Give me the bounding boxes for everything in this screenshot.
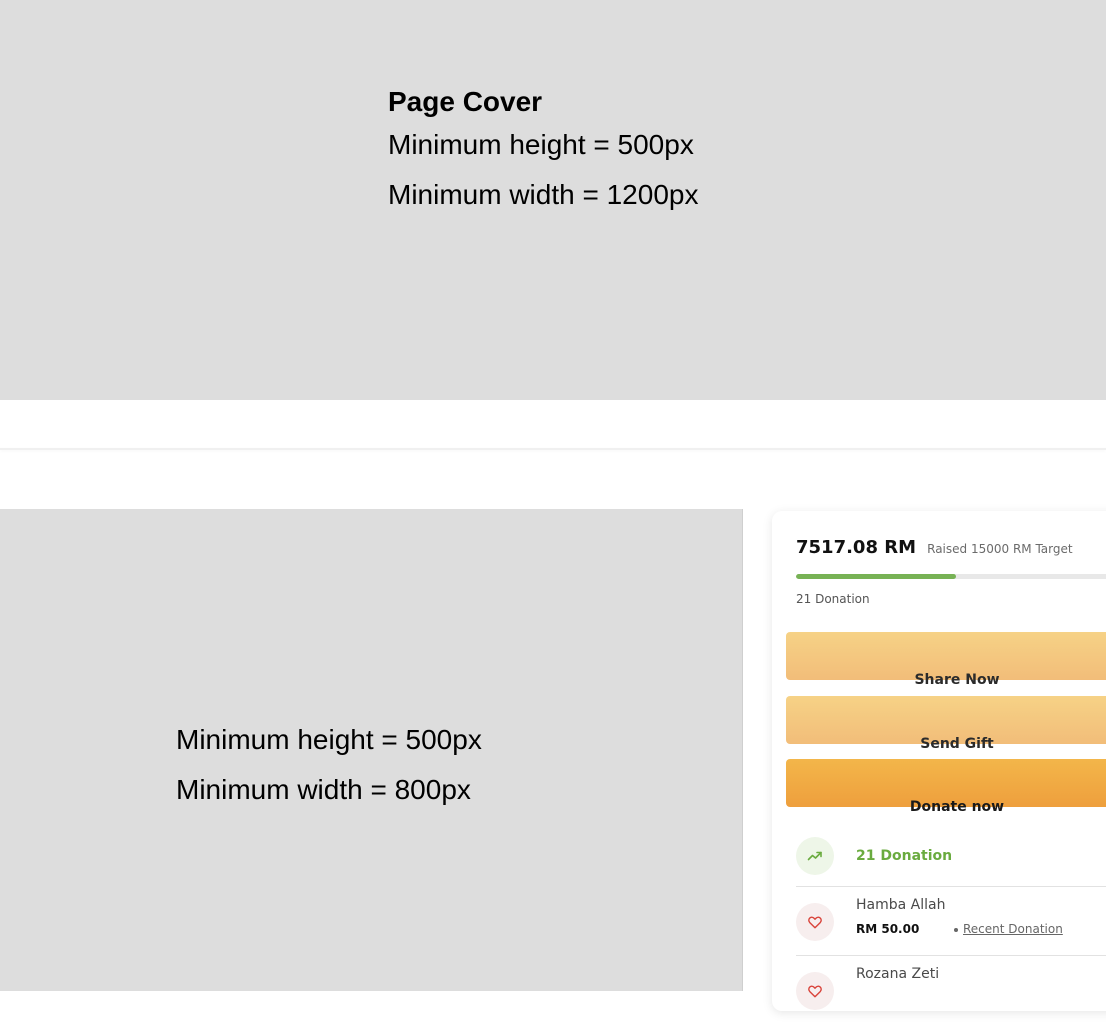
bullet-dot xyxy=(954,927,958,932)
donate-now-button[interactable]: Donate now xyxy=(786,759,1106,815)
donor-tag: Recent Donation xyxy=(954,922,1063,936)
send-gift-button[interactable]: Send Gift xyxy=(786,696,1106,752)
cover-title: Page Cover xyxy=(388,86,543,117)
media-min-width: Minimum width = 800px xyxy=(176,774,471,805)
donate-now-label: Donate now xyxy=(909,799,1005,815)
cover-text: Page Cover Minimum height = 500px Minimu… xyxy=(388,84,698,220)
donor-name: Rozana Zeti xyxy=(856,966,940,982)
media-min-height: Minimum height = 500px xyxy=(176,724,482,755)
page-cover: Page Cover Minimum height = 500px Minimu… xyxy=(0,0,1106,400)
list-divider xyxy=(796,955,1106,956)
donation-summary-label: 21 Donation xyxy=(856,848,953,864)
donor-amount: RM 50.00 xyxy=(856,922,920,936)
cover-min-height: Minimum height = 500px xyxy=(388,129,694,160)
raised-target: Raised 15000 RM Target xyxy=(927,542,1073,556)
donation-card: 7517.08 RM Raised 15000 RM Target 21 Don… xyxy=(772,511,1106,1011)
recent-donation-link[interactable]: Recent Donation xyxy=(963,922,1063,936)
heart-icon xyxy=(796,903,834,941)
section-divider xyxy=(0,448,1106,450)
donor-item: Rozana Zeti xyxy=(796,964,1106,1024)
progress-fill xyxy=(796,574,957,579)
raised-amount: 7517.08 RM xyxy=(796,537,917,558)
share-now-button[interactable]: Share Now xyxy=(786,632,1106,688)
trending-up-icon xyxy=(796,837,834,875)
donor-name: Hamba Allah xyxy=(856,897,946,913)
media-text: Minimum height = 500px Minimum width = 8… xyxy=(176,715,482,815)
progress-bar xyxy=(796,574,1106,579)
raised-summary: 7517.08 RM Raised 15000 RM Target xyxy=(796,537,1073,558)
campaign-media: Minimum height = 500px Minimum width = 8… xyxy=(0,509,743,991)
donation-count: 21 Donation xyxy=(796,592,870,606)
donation-summary[interactable]: 21 Donation xyxy=(796,837,1106,877)
list-divider xyxy=(796,886,1106,887)
donor-item: Hamba Allah RM 50.00 Recent Donation xyxy=(796,895,1106,955)
cover-min-width: Minimum width = 1200px xyxy=(388,179,699,210)
heart-icon xyxy=(796,972,834,1010)
